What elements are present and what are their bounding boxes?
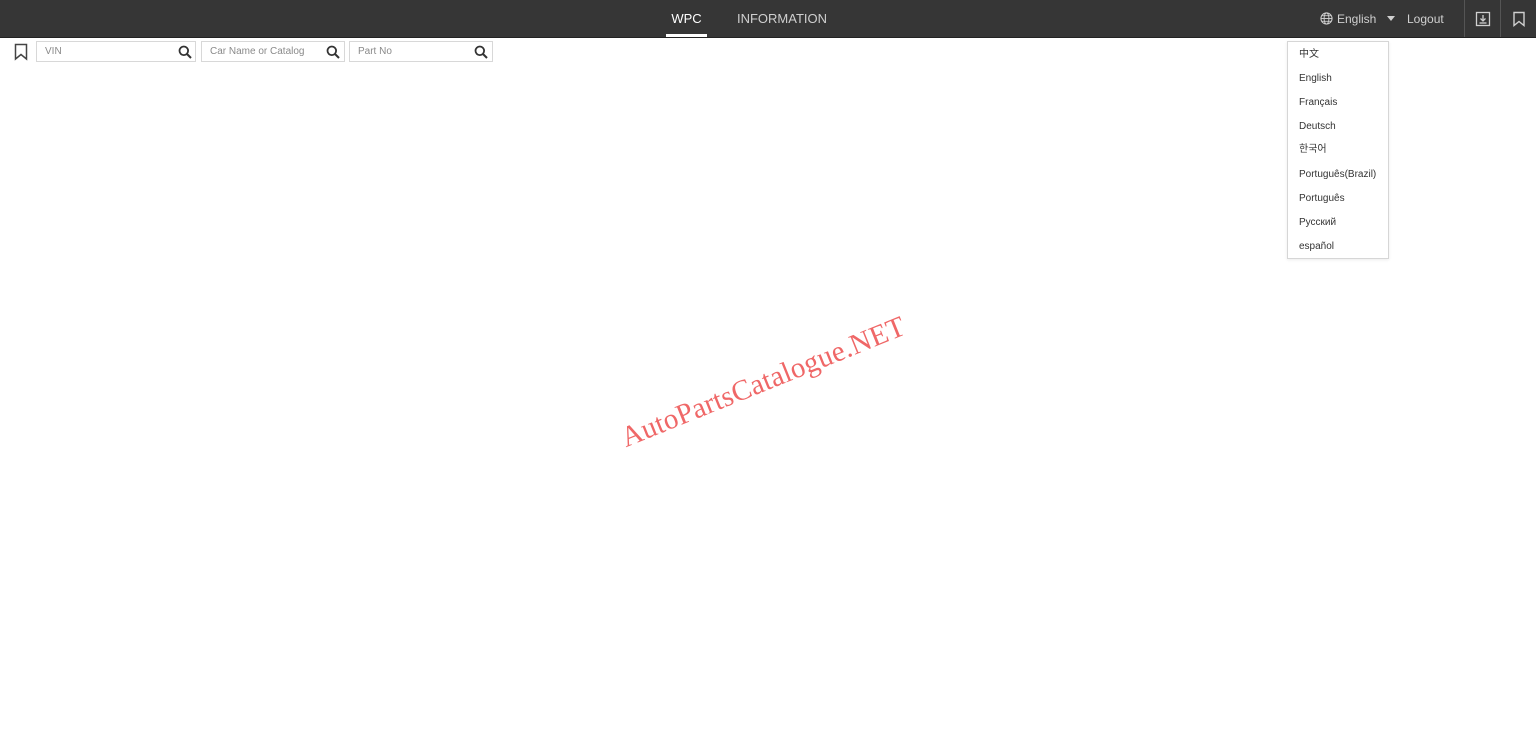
car-name-input[interactable] (202, 42, 322, 61)
language-option-english[interactable]: English (1299, 72, 1332, 86)
language-option-chinese[interactable]: 中文 (1299, 48, 1319, 62)
language-selected-label: English (1337, 11, 1377, 26)
download-icon[interactable] (1475, 11, 1491, 27)
language-option-korean[interactable]: 한국어 (1299, 143, 1327, 157)
part-no-input[interactable] (350, 42, 470, 61)
language-selector[interactable]: English (1320, 0, 1396, 37)
language-option-russian[interactable]: Русский (1299, 216, 1336, 230)
chevron-down-icon (1387, 16, 1396, 21)
part-no-search-box (349, 41, 493, 62)
language-option-portuguese[interactable]: Português (1299, 192, 1345, 206)
divider (1464, 0, 1465, 37)
vin-search-box (36, 41, 196, 62)
language-dropdown-menu: 中文 English Français Deutsch 한국어 Portuguê… (1287, 41, 1389, 259)
divider (1500, 0, 1501, 37)
language-option-portuguese-brazil[interactable]: Português(Brazil) (1299, 168, 1376, 182)
car-name-search-box (201, 41, 345, 62)
bookmark-icon[interactable] (1512, 11, 1528, 27)
tab-information[interactable]: INFORMATION (733, 0, 831, 37)
search-icon[interactable] (326, 45, 340, 59)
language-option-spanish[interactable]: español (1299, 240, 1334, 254)
vin-input[interactable] (37, 42, 173, 61)
tab-wpc[interactable]: WPC (666, 0, 707, 37)
top-nav-bar: WPC INFORMATION English Logout (0, 0, 1536, 38)
bookmark-icon[interactable] (13, 43, 29, 61)
language-option-german[interactable]: Deutsch (1299, 120, 1336, 134)
watermark-text: AutoPartsCatalogue.NET (616, 310, 911, 454)
language-option-french[interactable]: Français (1299, 96, 1337, 110)
globe-icon (1320, 12, 1333, 25)
logout-button[interactable]: Logout (1407, 0, 1444, 37)
search-icon[interactable] (474, 45, 488, 59)
search-icon[interactable] (178, 45, 192, 59)
